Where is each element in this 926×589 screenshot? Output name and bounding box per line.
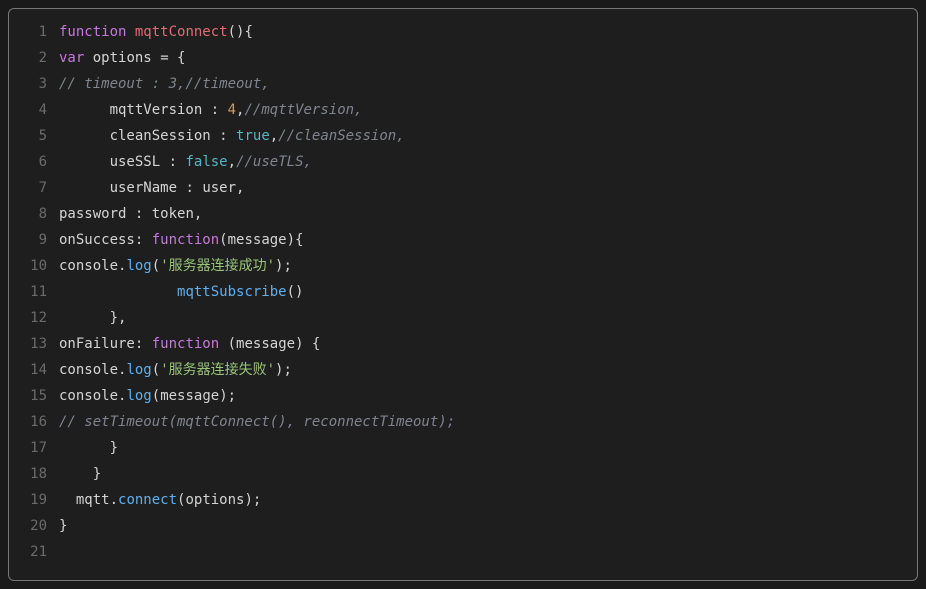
code-content[interactable]: var options = {: [59, 45, 917, 71]
code-content[interactable]: // timeout : 3,//timeout,: [59, 71, 917, 97]
code-content[interactable]: console.log('服务器连接失败');: [59, 357, 917, 383]
code-line[interactable]: 19 mqtt.connect(options);: [9, 487, 917, 513]
code-line[interactable]: 6 useSSL : false,//useTLS,: [9, 149, 917, 175]
code-editor[interactable]: 1function mqttConnect(){2var options = {…: [8, 8, 918, 581]
line-number: 1: [9, 19, 59, 45]
line-number: 9: [9, 227, 59, 253]
code-line[interactable]: 12 },: [9, 305, 917, 331]
line-number: 5: [9, 123, 59, 149]
line-number: 12: [9, 305, 59, 331]
code-line[interactable]: 2var options = {: [9, 45, 917, 71]
code-content[interactable]: }: [59, 461, 917, 487]
code-line[interactable]: 7 userName : user,: [9, 175, 917, 201]
code-line[interactable]: 8password : token,: [9, 201, 917, 227]
line-number: 20: [9, 513, 59, 539]
code-line[interactable]: 9onSuccess: function(message){: [9, 227, 917, 253]
code-content[interactable]: mqttVersion : 4,//mqttVersion,: [59, 97, 917, 123]
code-content[interactable]: }: [59, 435, 917, 461]
code-content[interactable]: // setTimeout(mqttConnect(), reconnectTi…: [59, 409, 917, 435]
line-number: 6: [9, 149, 59, 175]
code-line[interactable]: 20}: [9, 513, 917, 539]
code-content[interactable]: useSSL : false,//useTLS,: [59, 149, 917, 175]
code-line[interactable]: 17 }: [9, 435, 917, 461]
line-number: 7: [9, 175, 59, 201]
code-content[interactable]: onSuccess: function(message){: [59, 227, 917, 253]
line-number: 17: [9, 435, 59, 461]
code-line[interactable]: 21: [9, 539, 917, 565]
code-content[interactable]: mqtt.connect(options);: [59, 487, 917, 513]
code-content[interactable]: function mqttConnect(){: [59, 19, 917, 45]
line-number: 10: [9, 253, 59, 279]
code-content[interactable]: }: [59, 513, 917, 539]
code-line[interactable]: 18 }: [9, 461, 917, 487]
line-number: 8: [9, 201, 59, 227]
line-number: 13: [9, 331, 59, 357]
code-line[interactable]: 14console.log('服务器连接失败');: [9, 357, 917, 383]
code-content[interactable]: userName : user,: [59, 175, 917, 201]
code-content[interactable]: onFailure: function (message) {: [59, 331, 917, 357]
code-line[interactable]: 15console.log(message);: [9, 383, 917, 409]
code-line[interactable]: 4 mqttVersion : 4,//mqttVersion,: [9, 97, 917, 123]
code-line[interactable]: 3// timeout : 3,//timeout,: [9, 71, 917, 97]
code-line[interactable]: 16// setTimeout(mqttConnect(), reconnect…: [9, 409, 917, 435]
line-number: 11: [9, 279, 59, 305]
code-line[interactable]: 5 cleanSession : true,//cleanSession,: [9, 123, 917, 149]
line-number: 21: [9, 539, 59, 565]
line-number: 3: [9, 71, 59, 97]
line-number: 2: [9, 45, 59, 71]
code-content[interactable]: [59, 539, 917, 565]
code-line[interactable]: 1function mqttConnect(){: [9, 19, 917, 45]
code-content[interactable]: console.log(message);: [59, 383, 917, 409]
line-number: 4: [9, 97, 59, 123]
line-number: 15: [9, 383, 59, 409]
code-line[interactable]: 10console.log('服务器连接成功');: [9, 253, 917, 279]
line-number: 18: [9, 461, 59, 487]
code-content[interactable]: mqttSubscribe(): [59, 279, 917, 305]
code-line[interactable]: 11 mqttSubscribe(): [9, 279, 917, 305]
code-content[interactable]: cleanSession : true,//cleanSession,: [59, 123, 917, 149]
code-content[interactable]: password : token,: [59, 201, 917, 227]
code-content[interactable]: },: [59, 305, 917, 331]
line-number: 19: [9, 487, 59, 513]
line-number: 14: [9, 357, 59, 383]
code-line[interactable]: 13onFailure: function (message) {: [9, 331, 917, 357]
code-content[interactable]: console.log('服务器连接成功');: [59, 253, 917, 279]
line-number: 16: [9, 409, 59, 435]
